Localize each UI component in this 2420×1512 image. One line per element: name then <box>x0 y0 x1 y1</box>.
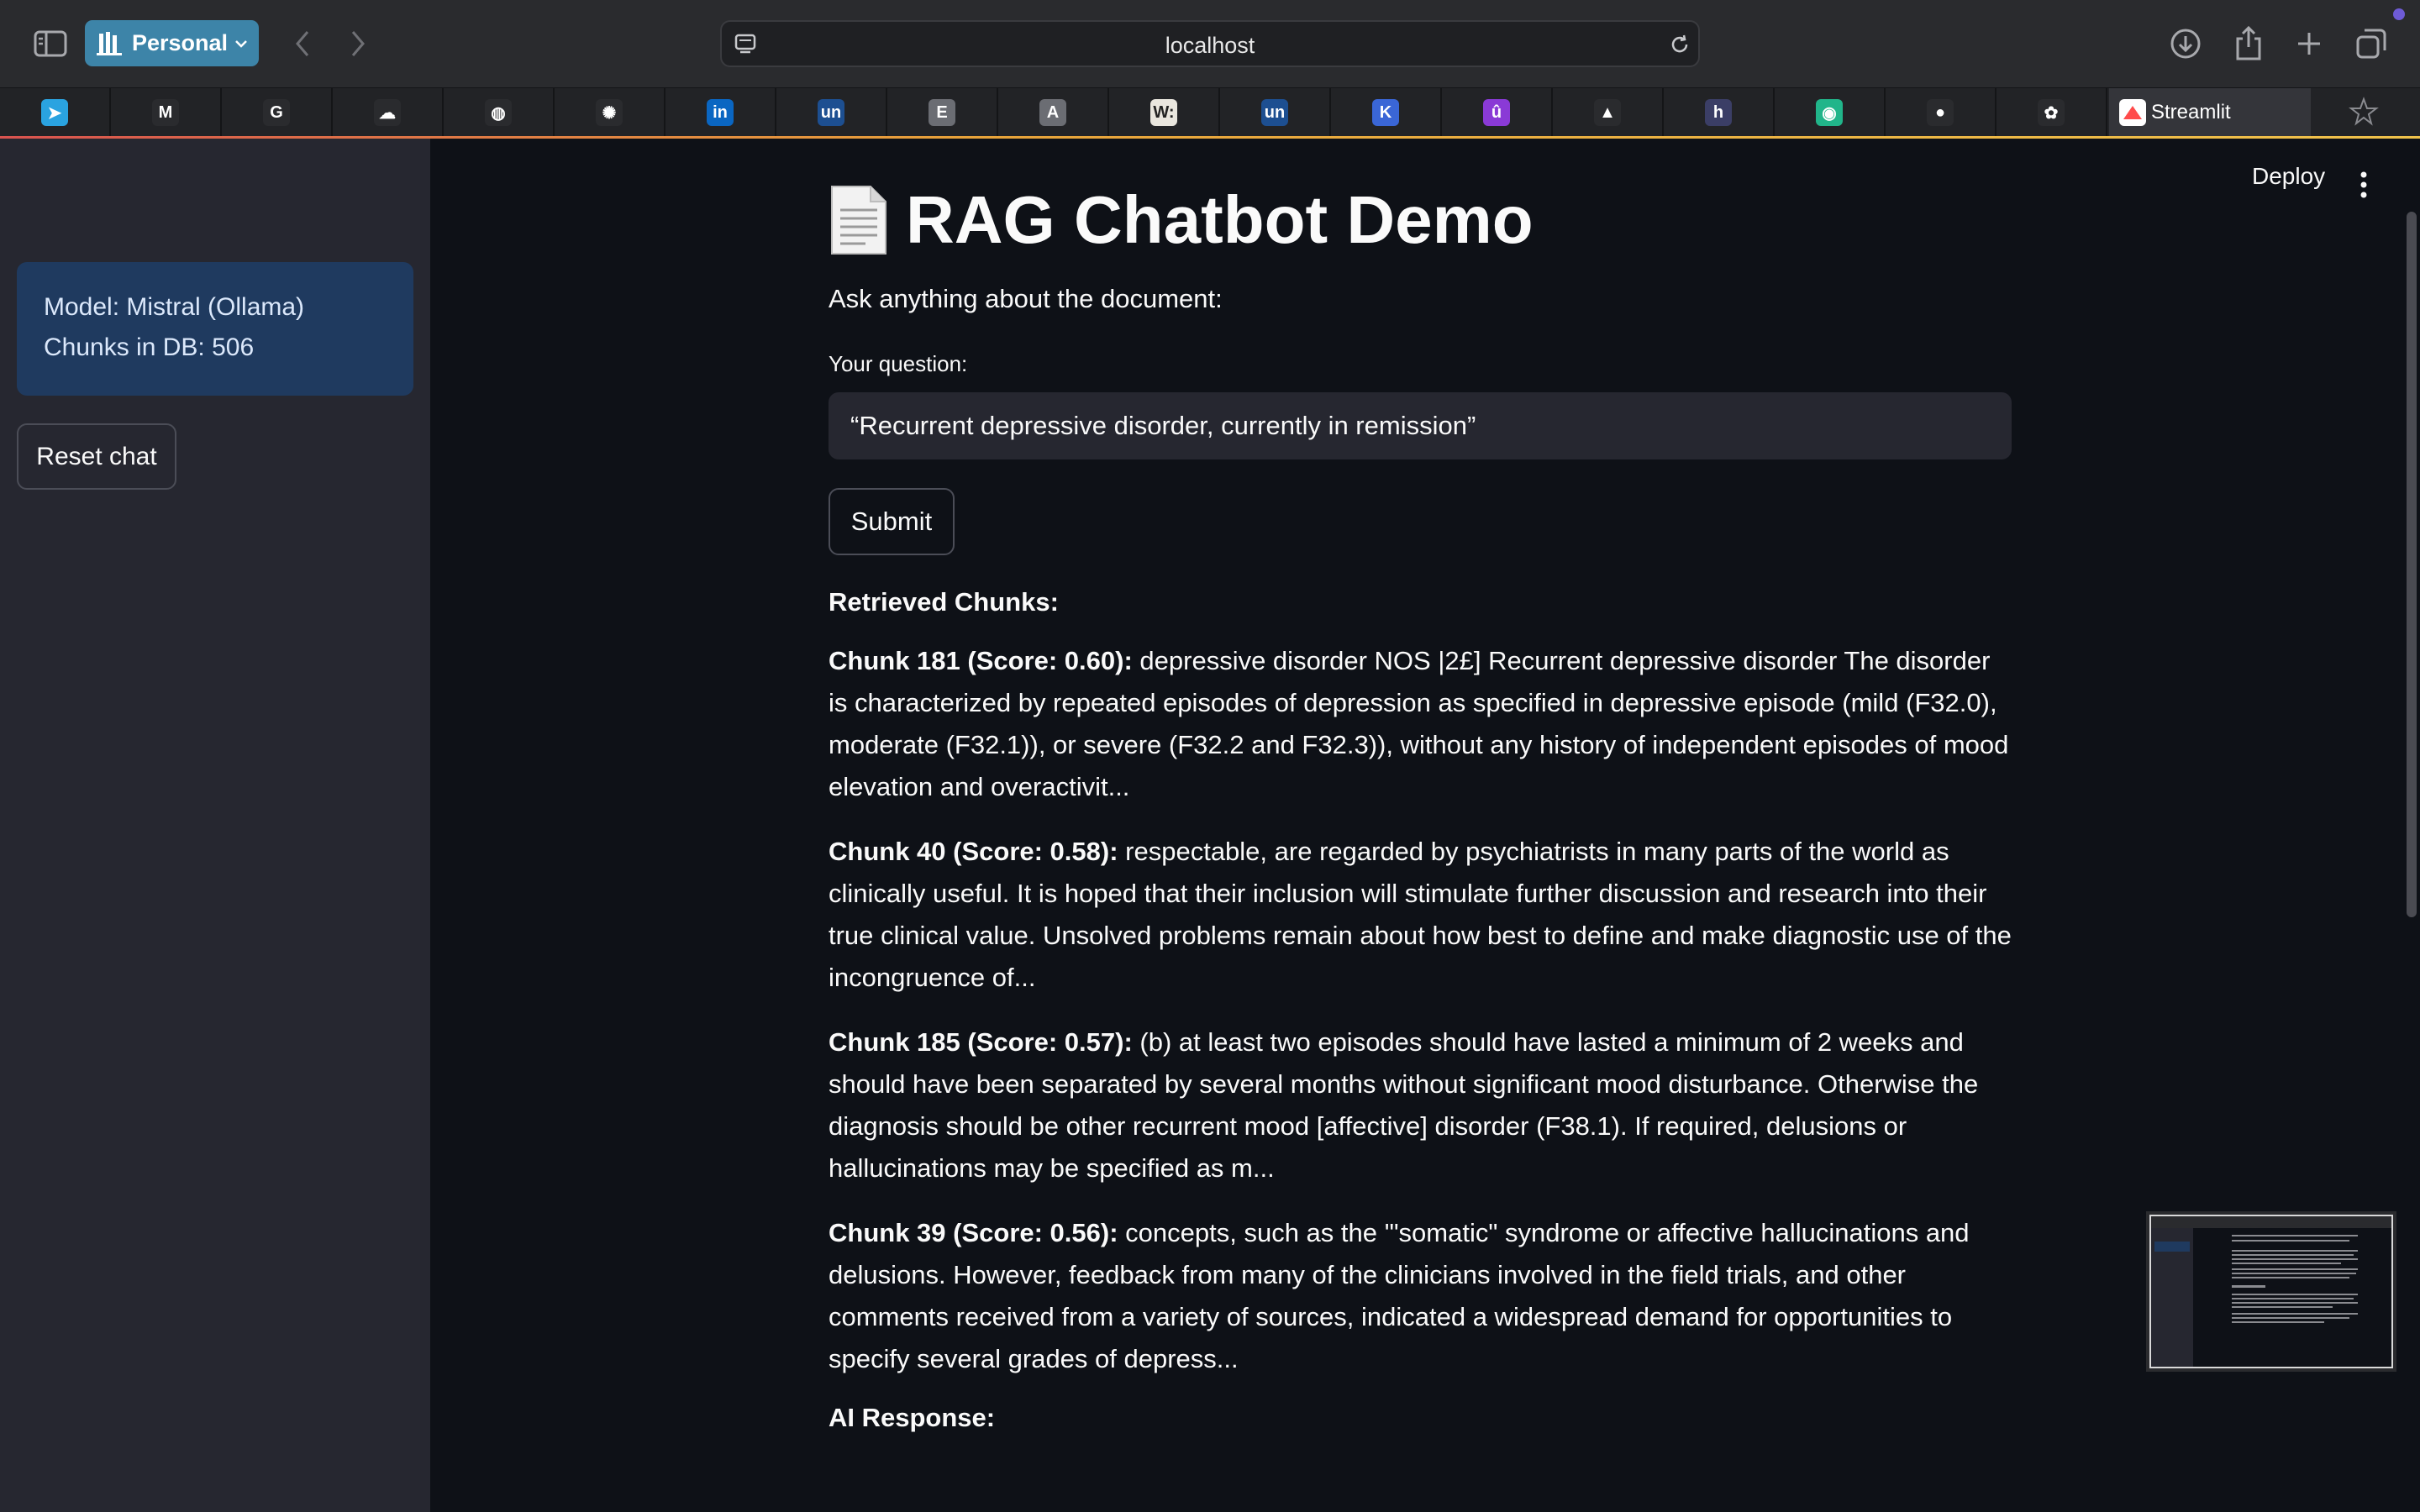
model-info-line: Model: Mistral (Ollama) <box>44 293 305 321</box>
question-input[interactable] <box>829 392 2012 459</box>
pinned-tab-k[interactable]: K <box>1331 88 1442 137</box>
scrollbar[interactable] <box>2407 212 2417 917</box>
page-title: RAG Chatbot Demo <box>829 176 2013 264</box>
tab-streamlit[interactable]: Streamlit <box>2109 88 2311 137</box>
sidebar-toggle-icon[interactable] <box>32 27 69 60</box>
photos-icon: ✿ <box>2038 99 2065 126</box>
chunk-label: Chunk 181 (Score: 0.60): <box>829 646 1133 675</box>
a-icon: A <box>1039 99 1066 126</box>
page-subtitle: Ask anything about the document: <box>829 284 1223 313</box>
google-icon: G <box>263 99 290 126</box>
pinned-tab-github[interactable]: ● <box>1886 88 1996 137</box>
chatgpt-icon: ✺ <box>596 99 623 126</box>
pinned-tab-linkedin[interactable]: in <box>666 88 776 137</box>
back-icon[interactable] <box>286 25 319 62</box>
chunk-label: Chunk 39 (Score: 0.56): <box>829 1218 1118 1247</box>
tab-bar: ➤ M G ☁ ◍ ✺ in un E A W: un Kû ▲ h ◉ ● ✿ Streamlit <box>0 87 2420 137</box>
chunk-item: Chunk 185 (Score: 0.57): (b) at least tw… <box>829 1021 2013 1189</box>
pinned-tab-un[interactable]: un <box>776 88 887 137</box>
chat-icon: ◉ <box>1816 99 1843 126</box>
chunk-item: Chunk 39 (Score: 0.56): concepts, such a… <box>829 1212 2013 1380</box>
pinned-tab-u[interactable]: û <box>1442 88 1553 137</box>
pinned-tab-un-2[interactable]: un <box>1220 88 1331 137</box>
chevron-down-icon <box>235 39 247 48</box>
pinned-tab-google[interactable]: G <box>222 88 333 137</box>
telegram-icon: ➤ <box>41 99 68 126</box>
github-icon: ● <box>1927 99 1954 126</box>
tab-overview-icon[interactable] <box>2353 25 2390 62</box>
linkedin-icon: in <box>707 99 734 126</box>
new-tab-icon[interactable] <box>2291 25 2328 62</box>
streamlit-icon <box>2119 99 2146 126</box>
pinned-tab-chat[interactable]: ◉ <box>1775 88 1886 137</box>
chunk-item: Chunk 181 (Score: 0.60): depressive diso… <box>829 640 2013 808</box>
e-icon: E <box>929 99 955 126</box>
globe-icon: ◍ <box>485 99 512 126</box>
k-icon: K <box>1372 99 1399 126</box>
share-icon[interactable] <box>2230 24 2267 62</box>
u-icon: û <box>1483 99 1510 126</box>
pinned-tab-telegram[interactable]: ➤ <box>0 88 111 137</box>
kebab-menu-icon[interactable] <box>2355 168 2372 202</box>
document-icon <box>829 183 889 257</box>
pinned-tab-chatgpt[interactable]: ✺ <box>555 88 666 137</box>
profile-label: Personal <box>132 30 229 55</box>
chunk-item: Chunk 40 (Score: 0.58): respectable, are… <box>829 831 2013 999</box>
screenshot-thumbnail[interactable] <box>2149 1215 2393 1368</box>
drive-icon: ▲ <box>1594 99 1621 126</box>
model-info-box: Model: Mistral (Ollama) Chunks in DB: 50… <box>17 262 413 396</box>
chunk-count-line: Chunks in DB: 506 <box>44 333 255 361</box>
cloud-icon: ☁ <box>374 99 401 126</box>
downloads-icon[interactable] <box>2167 25 2204 62</box>
chunk-label: Chunk 40 (Score: 0.58): <box>829 837 1118 866</box>
pinned-tab-cloud[interactable]: ☁ <box>333 88 444 137</box>
notification-dot <box>2393 8 2405 20</box>
un-2-icon: un <box>1261 99 1288 126</box>
profile-icon <box>97 31 122 55</box>
profile-switcher[interactable]: Personal <box>85 20 259 66</box>
submit-button[interactable]: Submit <box>829 488 955 555</box>
pinned-tab-drive[interactable]: ▲ <box>1553 88 1664 137</box>
deploy-button[interactable]: Deploy <box>2252 163 2325 190</box>
tab-label: Streamlit <box>2151 101 2231 123</box>
gmail-icon: M <box>152 99 179 126</box>
question-label: Your question: <box>829 351 968 376</box>
h-icon: h <box>1705 99 1732 126</box>
reload-icon[interactable] <box>1666 32 1693 57</box>
pinned-tab-gmail[interactable]: M <box>111 88 222 137</box>
title-text: RAG Chatbot Demo <box>906 182 1534 257</box>
pinned-tab-a[interactable]: A <box>998 88 1109 137</box>
retrieved-chunks-heading: Retrieved Chunks: <box>829 587 1059 617</box>
w-icon: W: <box>1150 99 1177 126</box>
un-icon: un <box>818 99 844 126</box>
address-bar[interactable]: localhost <box>720 20 1700 67</box>
sidebar: Model: Mistral (Ollama) Chunks in DB: 50… <box>0 139 430 1512</box>
bookmark-star-icon[interactable] <box>2349 97 2382 130</box>
chunk-label: Chunk 185 (Score: 0.57): <box>829 1027 1133 1057</box>
reset-chat-button[interactable]: Reset chat <box>17 423 176 490</box>
browser-toolbar: Personal localhost <box>0 0 2420 87</box>
main-content: RAG Chatbot Demo Ask anything about the … <box>829 176 2013 1433</box>
forward-icon[interactable] <box>341 25 375 62</box>
pinned-tab-e[interactable]: E <box>887 88 998 137</box>
pinned-tab-h[interactable]: h <box>1664 88 1775 137</box>
pinned-tab-w[interactable]: W: <box>1109 88 1220 137</box>
pinned-tab-globe[interactable]: ◍ <box>444 88 555 137</box>
ai-response-heading: AI Response: <box>829 1403 996 1432</box>
pinned-tab-photos[interactable]: ✿ <box>1996 88 2107 137</box>
url-text: localhost <box>1165 33 1255 58</box>
